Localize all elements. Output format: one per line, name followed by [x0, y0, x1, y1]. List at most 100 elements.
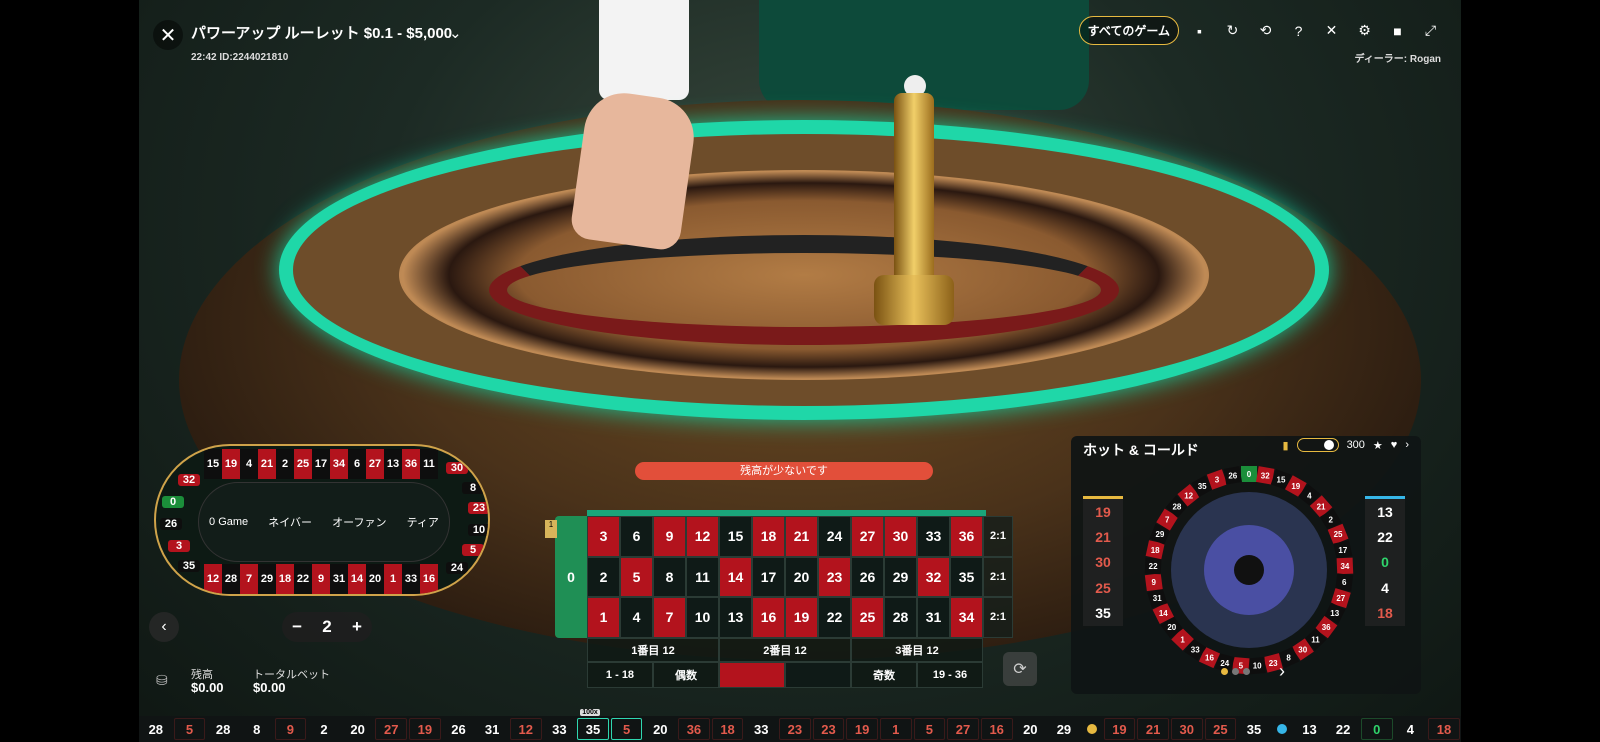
bet-dozen[interactable]: 3番目 12	[851, 638, 983, 662]
racetrack-section[interactable]: 0 Game	[209, 516, 248, 528]
bet-number[interactable]: 14	[719, 556, 752, 598]
bet-number[interactable]: 1	[587, 597, 620, 638]
star-icon[interactable]: ★	[1373, 439, 1383, 452]
racetrack-number[interactable]: 33	[402, 564, 420, 594]
racetrack-number[interactable]: 34	[330, 449, 348, 479]
mute-icon[interactable]: ✕	[1319, 18, 1344, 43]
back-button[interactable]: ‹	[149, 612, 179, 642]
bet-number[interactable]: 24	[818, 516, 851, 557]
racetrack-number[interactable]: 21	[258, 449, 276, 479]
bet-number[interactable]: 21	[785, 516, 818, 557]
bet-number[interactable]: 15	[719, 516, 752, 557]
racetrack-number[interactable]: 16	[420, 564, 438, 594]
range-toggle[interactable]	[1296, 438, 1339, 452]
racetrack-number[interactable]: 23	[468, 502, 488, 514]
bet-number[interactable]: 32	[917, 556, 950, 598]
bet-outside[interactable]: 1 - 18	[587, 662, 653, 688]
bet-number[interactable]: 22	[818, 597, 851, 638]
racetrack-number[interactable]: 31	[330, 564, 348, 594]
racetrack-number[interactable]: 35	[178, 560, 200, 572]
racetrack-number[interactable]: 30	[446, 462, 468, 474]
racetrack[interactable]: 0 Game ネイバー オーファン ティア 15 19 4 21 2 25 17 34 6 27 13 36…	[154, 444, 490, 596]
racetrack-number[interactable]: 11	[420, 449, 438, 479]
bet-number[interactable]: 23	[818, 556, 851, 598]
racetrack-number[interactable]: 10	[468, 524, 488, 536]
chat-icon[interactable]: ▪	[1187, 18, 1212, 43]
racetrack-number[interactable]: 13	[384, 449, 402, 479]
bet-number[interactable]: 34	[950, 597, 983, 638]
bet-number[interactable]: 9	[653, 516, 686, 557]
bet-number[interactable]: 30	[884, 516, 917, 557]
racetrack-number[interactable]: 26	[160, 518, 182, 530]
racetrack-number[interactable]: 7	[240, 564, 258, 594]
racetrack-number[interactable]: 18	[276, 564, 294, 594]
racetrack-number[interactable]: 27	[366, 449, 384, 479]
racetrack-number[interactable]: 19	[222, 449, 240, 479]
bet-number[interactable]: 2	[587, 556, 620, 598]
racetrack-number[interactable]: 5	[462, 544, 484, 556]
racetrack-number[interactable]: 29	[258, 564, 276, 594]
bet-zero[interactable]: 0	[555, 516, 587, 638]
bet-outside[interactable]: 偶数	[653, 662, 719, 688]
all-games-button[interactable]: すべてのゲーム	[1078, 16, 1179, 45]
bet-number[interactable]: 8	[653, 556, 686, 598]
racetrack-number[interactable]: 24	[446, 562, 468, 574]
racetrack-number[interactable]: 36	[402, 449, 420, 479]
decrease-chip-button[interactable]: −	[292, 617, 302, 637]
racetrack-number[interactable]: 4	[240, 449, 258, 479]
bet-number[interactable]: 11	[686, 556, 719, 598]
close-button[interactable]: ✕	[153, 20, 183, 50]
bet-number[interactable]: 26	[851, 556, 884, 598]
bet-column[interactable]: 2:1	[983, 516, 1013, 557]
bet-number[interactable]: 16	[752, 597, 785, 638]
bet-number[interactable]: 6	[620, 516, 653, 557]
refresh-icon[interactable]: ⟳	[1003, 652, 1037, 686]
bet-column[interactable]: 2:1	[983, 597, 1013, 638]
bet-number[interactable]: 3	[587, 516, 620, 557]
bet-dozen[interactable]: 2番目 12	[719, 638, 851, 662]
bet-number[interactable]: 5	[620, 556, 653, 598]
bet-number[interactable]: 12	[686, 516, 719, 557]
bet-number[interactable]: 19	[785, 597, 818, 638]
increase-chip-button[interactable]: +	[352, 617, 362, 637]
bet-number[interactable]: 36	[950, 516, 983, 557]
bet-outside[interactable]: 奇数	[851, 662, 917, 688]
bet-dozen[interactable]: 1番目 12	[587, 638, 719, 662]
bet-number[interactable]: 10	[686, 597, 719, 638]
fullscreen-icon[interactable]: ⤢	[1418, 18, 1443, 43]
bet-number[interactable]: 7	[653, 597, 686, 638]
bet-number[interactable]: 20	[785, 556, 818, 598]
racetrack-number[interactable]: 3	[168, 540, 190, 552]
racetrack-number[interactable]: 17	[312, 449, 330, 479]
bet-number[interactable]: 28	[884, 597, 917, 638]
rebet-history-icon[interactable]: ↻	[1220, 18, 1245, 43]
settings-icon[interactable]: ⚙	[1352, 18, 1377, 43]
racetrack-section[interactable]: ネイバー	[268, 514, 312, 530]
bet-outside[interactable]: 19 - 36	[917, 662, 983, 688]
chevron-down-icon[interactable]: ⌄	[449, 24, 462, 42]
video-icon[interactable]: ■	[1385, 18, 1410, 43]
racetrack-number[interactable]: 32	[178, 474, 200, 486]
bet-number[interactable]: 18	[752, 516, 785, 557]
racetrack-number[interactable]: 8	[462, 482, 484, 494]
bet-number[interactable]: 33	[917, 516, 950, 557]
help-icon[interactable]: ?	[1286, 18, 1311, 43]
history-icon[interactable]: ⟲	[1253, 18, 1278, 43]
racetrack-number[interactable]: 20	[366, 564, 384, 594]
bet-number[interactable]: 25	[851, 597, 884, 638]
bet-number[interactable]: 17	[752, 556, 785, 598]
racetrack-number[interactable]: 25	[294, 449, 312, 479]
racetrack-number[interactable]: 9	[312, 564, 330, 594]
chevron-right-icon[interactable]: ›	[1405, 439, 1409, 451]
racetrack-number[interactable]: 6	[348, 449, 366, 479]
bet-number[interactable]: 29	[884, 556, 917, 598]
bet-number[interactable]: 27	[851, 516, 884, 557]
racetrack-section[interactable]: オーファン	[332, 514, 386, 530]
racetrack-number[interactable]: 12	[204, 564, 222, 594]
racetrack-number[interactable]: 0	[162, 496, 184, 508]
racetrack-number[interactable]: 22	[294, 564, 312, 594]
bet-column[interactable]: 2:1	[983, 556, 1013, 598]
bet-number[interactable]: 35	[950, 556, 983, 598]
bet-red[interactable]	[719, 662, 785, 688]
bet-number[interactable]: 4	[620, 597, 653, 638]
